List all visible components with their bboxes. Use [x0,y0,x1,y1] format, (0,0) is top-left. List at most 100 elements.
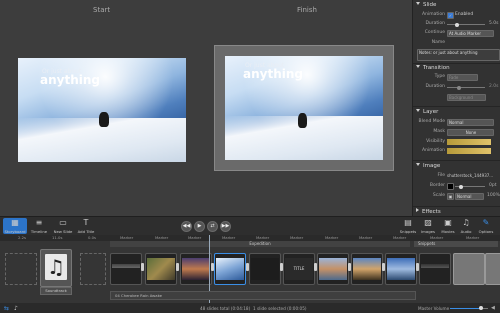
title-icon: T [83,218,89,227]
file-label: File [437,173,445,178]
file-value: shutterstock_144937... [447,173,494,178]
blend-mode-select[interactable]: Normal [447,119,494,126]
snippets-button[interactable]: ▤ Snippets [398,218,418,235]
master-volume-slider[interactable] [450,306,488,310]
snippets-group[interactable]: Snippets [414,241,498,247]
mask-select[interactable]: None [447,129,494,136]
options-button[interactable]: ✎ Options [476,218,496,235]
border-color-swatch[interactable] [447,183,454,190]
images-icon: ▨ [424,218,432,227]
transition-duration-slider[interactable] [447,85,485,90]
slide-thumb[interactable] [110,253,142,285]
empty-slot[interactable] [80,253,106,285]
forward-button[interactable]: ▶▶ [220,221,231,232]
transition-section-header[interactable]: Transition [413,65,500,73]
speaker-icon: ◀ [491,305,495,311]
movies-button[interactable]: ▣ Movies [438,218,458,235]
storyboard-timeline: Expedition Snippets ♫ Soundtrack TITLE 0… [0,235,500,303]
marker-label[interactable]: Marker [155,235,168,240]
storyboard-icon: ▦ [11,218,19,227]
marker-label[interactable]: Marker [290,235,303,240]
slide-thumb[interactable] [180,253,212,285]
marker-label[interactable]: Marker [393,235,406,240]
selected-slide-thumb[interactable] [214,253,246,285]
marker-label[interactable]: Marker [256,235,269,240]
continue-select[interactable]: At Audio Marker [447,30,494,37]
duration-label: Duration [425,21,445,26]
transition-duration-value: 2.0s [489,84,499,89]
layer-animation-label: Animation [422,148,445,153]
new-slide-button[interactable]: ▭ New Slide [53,218,73,235]
toolbar: ▦ Storyboard ≡ Timeline ▭ New Slide T Ad… [0,216,500,236]
marker-label[interactable]: Marker [325,235,338,240]
marker-label[interactable]: Marker [359,235,372,240]
marker-label[interactable]: Marker [430,235,443,240]
snippets-icon: ▤ [404,218,412,227]
animation-keyframes[interactable] [447,148,491,154]
transition-background-select[interactable]: Background [447,94,486,101]
marker-label[interactable]: Marker [188,235,201,240]
storyboard-mode-icon[interactable]: ⇆ [4,305,9,312]
movies-icon: ▣ [444,218,452,227]
loop-button[interactable]: ⇄ [207,221,218,232]
snippet-thumb[interactable] [453,253,485,285]
start-slide[interactable]: Or just about anything [18,58,186,162]
title-slide-thumb[interactable]: TITLE [283,253,315,285]
marker-label[interactable]: Marker [222,235,235,240]
volume-knob[interactable] [479,306,483,310]
transition-type-select[interactable]: Fade [447,74,478,81]
finish-slide-frame[interactable]: Or just about anything [214,45,394,171]
slide-big-text: anything [40,73,100,87]
slide-thumb[interactable] [351,253,383,285]
border-value: 0pt [489,183,497,188]
snippet-thumb[interactable] [485,253,500,285]
animation-value: Enabled [455,12,474,17]
add-title-button[interactable]: T Add Title [76,218,96,235]
expedition-group[interactable]: Expedition [110,241,410,247]
slide-thumb[interactable] [145,253,177,285]
images-button[interactable]: ▨ Images [418,218,438,235]
audio-slide-thumb[interactable]: ♫ [40,249,72,287]
scale-select[interactable]: Normal [455,193,484,200]
slide-thumb[interactable] [385,253,417,285]
audio-clip-label[interactable]: Soundtrack [40,287,72,295]
transition-marker[interactable] [176,263,179,271]
audio-button[interactable]: ♫ Audio [456,218,476,235]
notes-field[interactable]: Notes: or just about anything [417,49,500,61]
music-note-icon[interactable]: ♪ [14,305,18,312]
layer-section-header[interactable]: Layer [413,109,500,117]
music-note-icon: ♫ [462,218,470,227]
timeline-button[interactable]: ≡ Timeline [29,218,49,235]
skier [98,112,109,127]
duration-value: 5.0s [489,21,499,26]
slide-section-header[interactable]: Slide [413,2,500,10]
finish-label: Finish [297,6,317,14]
duration-slider[interactable] [447,22,485,27]
ruler-time: 0.0s [88,235,97,240]
transition-marker[interactable] [141,263,144,271]
wrench-icon: ✎ [482,218,490,227]
marker-label[interactable]: Marker [466,235,479,240]
audio-track[interactable]: 04 Cherokee Rain Awake [110,291,416,300]
rewind-button[interactable]: ◀◀ [181,221,192,232]
transition-duration-label: Duration [425,84,445,89]
ruler-time: 2.2s [18,235,27,240]
slide-thumb[interactable] [419,253,451,285]
empty-slot[interactable] [5,253,37,285]
visibility-keyframes[interactable] [447,139,491,145]
animation-checkbox[interactable]: ✓ [447,12,454,19]
visibility-label: Visibility [426,139,445,144]
border-slider[interactable] [455,184,485,189]
image-section-header[interactable]: Image [413,163,500,171]
storyboard-button[interactable]: ▦ Storyboard [3,218,27,234]
transition-type-label: Type [434,74,445,79]
marker-label[interactable]: Marker [120,235,133,240]
play-button[interactable]: ▶ [194,221,205,232]
mask-label: Mask [433,129,445,134]
master-volume-label: Master Volume [418,306,450,311]
effects-section-header[interactable]: Effects [413,208,500,216]
slide-thumb[interactable] [317,253,349,285]
scale-icon[interactable]: ▣ [447,193,454,200]
inspector-panel: Slide Animation ✓ Enabled Duration 5.0s … [412,0,500,216]
slide-thumb[interactable] [249,253,281,285]
